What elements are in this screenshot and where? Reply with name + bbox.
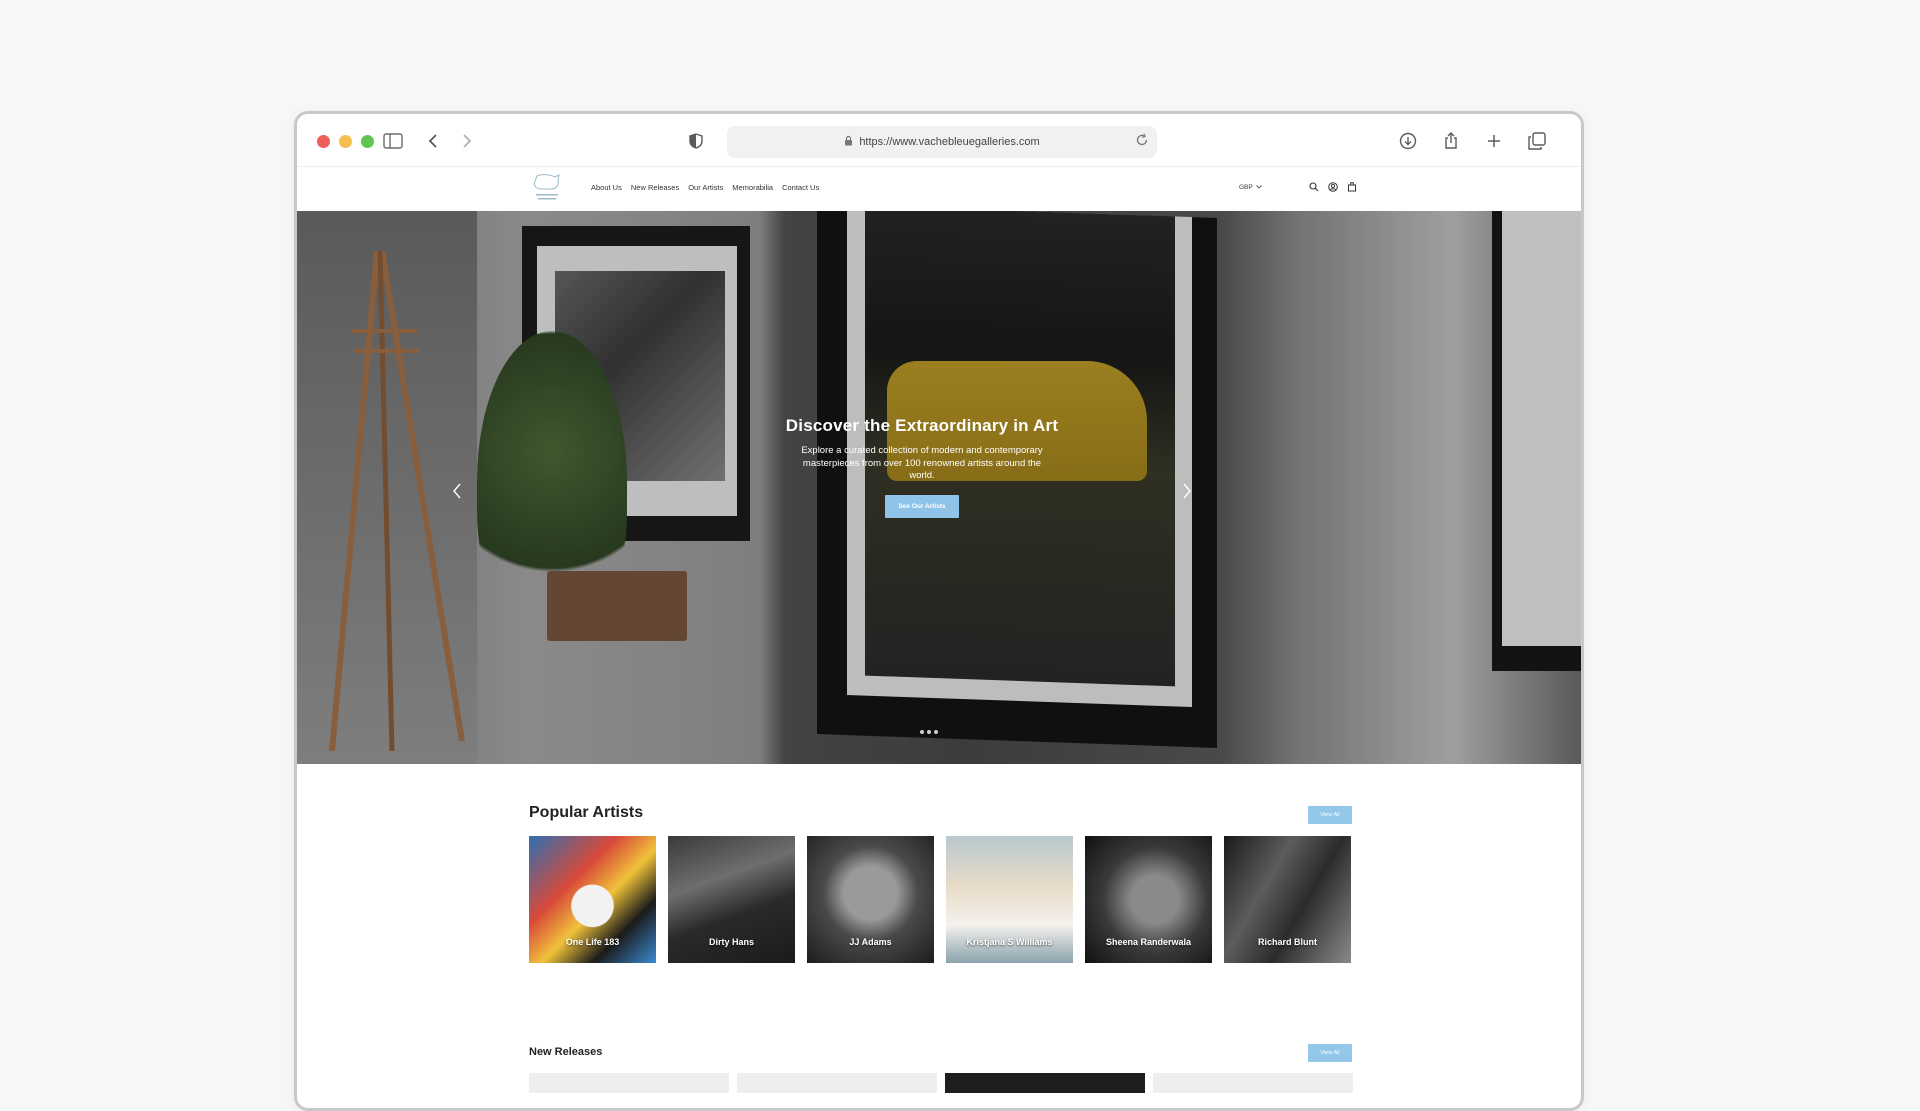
search-icon[interactable] <box>1307 180 1321 194</box>
nav-new-releases[interactable]: New Releases <box>631 183 679 192</box>
sidebar-icon[interactable] <box>379 128 407 154</box>
privacy-shield-icon[interactable] <box>682 128 710 154</box>
browser-window: https://www.vachebleuegalleries.com Abou… <box>294 111 1584 1111</box>
slider-dot[interactable] <box>934 730 938 734</box>
hero-title: Discover the Extraordinary in Art <box>785 416 1059 435</box>
account-icon[interactable] <box>1326 180 1340 194</box>
artist-name: Kristjana S Williams <box>966 937 1053 947</box>
gallery-logo[interactable] <box>529 172 565 206</box>
browser-toolbar: https://www.vachebleuegalleries.com <box>297 114 1581 166</box>
nav-contact-us[interactable]: Contact Us <box>782 183 819 192</box>
chevron-down-icon <box>1255 184 1262 191</box>
nav-our-artists[interactable]: Our Artists <box>688 183 723 192</box>
artist-name: Dirty Hans <box>708 937 754 947</box>
currency-selector[interactable]: GBP <box>1239 184 1262 191</box>
reload-icon[interactable] <box>1135 133 1149 150</box>
release-card[interactable] <box>1153 1073 1353 1093</box>
maximize-window-button[interactable] <box>361 135 374 148</box>
release-card[interactable] <box>529 1073 729 1093</box>
artist-card[interactable]: Sheena Randerwala <box>1085 836 1212 963</box>
back-icon[interactable] <box>419 128 447 154</box>
release-cards <box>529 1073 1353 1093</box>
hero-subtitle: Explore a curated collection of modern a… <box>801 445 1043 481</box>
hero-slider: Discover the Extraordinary in Art Explor… <box>297 211 1581 764</box>
address-bar[interactable]: https://www.vachebleuegalleries.com <box>727 126 1157 158</box>
artist-name: One Life 183 <box>565 937 620 947</box>
slider-next-icon[interactable] <box>1177 479 1197 503</box>
nav-about-us[interactable]: About Us <box>591 183 622 192</box>
artist-card[interactable]: Kristjana S Williams <box>946 836 1073 963</box>
slider-dots <box>920 730 938 734</box>
artist-card[interactable]: One Life 183 <box>529 836 656 963</box>
slider-dot[interactable] <box>920 730 924 734</box>
hero-content: Discover the Extraordinary in Art Explor… <box>697 416 1147 518</box>
new-tab-icon[interactable] <box>1480 128 1508 154</box>
artist-name: Sheena Randerwala <box>1105 937 1192 947</box>
downloads-icon[interactable] <box>1394 128 1422 154</box>
popular-artists-title: Popular Artists <box>529 804 644 821</box>
slider-prev-icon[interactable] <box>447 479 467 503</box>
artist-card[interactable]: Richard Blunt <box>1224 836 1351 963</box>
artists-row: One Life 183 Dirty Hans JJ Adams Kristja… <box>529 836 1351 963</box>
release-card[interactable] <box>945 1073 1145 1093</box>
close-window-button[interactable] <box>317 135 330 148</box>
popular-view-all-button[interactable]: View All <box>1308 806 1352 824</box>
lock-icon <box>844 135 853 149</box>
release-card[interactable] <box>737 1073 937 1093</box>
minimize-window-button[interactable] <box>339 135 352 148</box>
see-our-artists-button[interactable]: See Our Artists <box>885 494 959 518</box>
artist-card[interactable]: JJ Adams <box>807 836 934 963</box>
share-icon[interactable] <box>1437 128 1465 154</box>
artist-name: JJ Adams <box>849 937 892 947</box>
tab-overview-icon[interactable] <box>1523 128 1551 154</box>
artist-name: Richard Blunt <box>1257 937 1317 947</box>
currency-label: GBP <box>1239 184 1253 191</box>
url-text: https://www.vachebleuegalleries.com <box>859 136 1040 148</box>
forward-icon[interactable] <box>453 128 481 154</box>
cart-icon[interactable] <box>1345 180 1359 194</box>
artist-card[interactable]: Dirty Hans <box>668 836 795 963</box>
main-nav: About Us New Releases Our Artists Memora… <box>591 183 819 192</box>
nav-memorabilia[interactable]: Memorabilia <box>732 183 773 192</box>
new-releases-title: New Releases <box>529 1046 603 1058</box>
slider-dot[interactable] <box>927 730 931 734</box>
releases-view-all-button[interactable]: View All <box>1308 1044 1352 1062</box>
site-header: About Us New Releases Our Artists Memora… <box>297 166 1581 211</box>
